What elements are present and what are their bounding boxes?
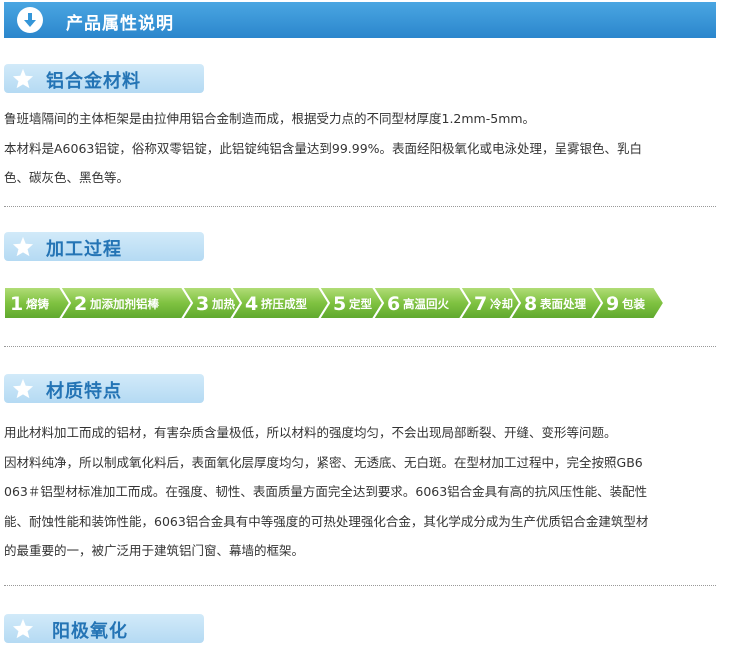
step-number: 2 [74, 293, 87, 315]
process-step-2: 2 加添加剂铝棒 [58, 287, 194, 319]
step-number: 8 [524, 293, 537, 315]
process-step-5: 5 定型 [317, 287, 385, 319]
step-number: 4 [245, 293, 258, 315]
text-line: 的最重要的一，被广泛用于建筑铝门窗、幕墙的框架。 [4, 543, 305, 558]
step-number: 7 [474, 293, 487, 315]
text-line: 用此材料加工而成的铝材，有害杂质含量极低，所以材料的强度均匀，不会出现局部断裂、… [4, 425, 617, 440]
quality-text: 用此材料加工而成的铝材，有害杂质含量极低，所以材料的强度均匀，不会出现局部断裂、… [4, 418, 720, 566]
step-label: 冷却 [490, 297, 513, 311]
text-line: 色、碳灰色、黑色等。 [4, 170, 130, 185]
section-title: 阳极氧化 [52, 621, 128, 642]
text-line: 本材料是A6063铝锭，俗称双零铝锭，此铝锭纯铝含量达到99.99%。表面经阳极… [4, 140, 643, 156]
step-label: 表面处理 [539, 297, 586, 311]
process-step-7: 7 冷却 [458, 287, 522, 319]
process-step-6: 6 高温回火 [371, 287, 472, 319]
star-icon [12, 378, 34, 399]
text-line: 鲁班墙隔间的主体柜架是由拉伸用铝合金制造而成，根据受力点的不同型材厚度1.2mm… [4, 111, 536, 126]
section-header-process: 加工过程 [4, 232, 204, 261]
section-header-anodize: 阳极氧化 [4, 614, 204, 643]
section-title: 加工过程 [46, 239, 122, 260]
step-number: 6 [387, 293, 400, 315]
process-flow: 1 熔铸 2 加添加剂铝棒 3 加热 4 挤压成型 5 定型 6 高温回火 7 冷却 8 表面处理 9 包装 [4, 287, 666, 319]
arrow-down-icon [24, 13, 36, 27]
step-label: 高温回火 [403, 297, 449, 311]
step-number: 9 [606, 293, 619, 315]
step-number: 3 [196, 293, 209, 315]
star-icon [12, 68, 34, 89]
text-line: 063＃铝型材标准加工而成。在强度、韧性、表面质量方面完全达到要求。6063铝合… [4, 484, 648, 499]
process-step-3: 3 加热 [180, 287, 243, 319]
step-label: 熔铸 [26, 297, 49, 311]
process-step-8: 8 表面处理 [508, 287, 604, 319]
section-header-material: 铝合金材料 [4, 64, 204, 93]
text-line: 因材料纯净，所以制成氧化料后，表面氧化层厚度均匀，紧密、无透底、无白斑。在型材加… [4, 454, 643, 470]
process-step-9: 9 包装 [590, 287, 666, 319]
section-title: 材质特点 [46, 381, 122, 402]
step-number: 1 [10, 293, 23, 315]
step-label: 包装 [621, 297, 645, 311]
dotted-divider [4, 346, 716, 347]
step-number: 5 [333, 293, 346, 315]
star-icon [12, 618, 34, 639]
process-step-1: 1 熔铸 [4, 287, 72, 319]
material-text: 鲁班墙隔间的主体柜架是由拉伸用铝合金制造而成，根据受力点的不同型材厚度1.2mm… [4, 104, 720, 193]
top-banner: 产品属性说明 [4, 2, 716, 38]
process-step-4: 4 挤压成型 [229, 287, 331, 319]
circle-badge [17, 7, 43, 33]
dotted-divider [4, 206, 716, 207]
step-label: 加添加剂铝棒 [89, 297, 159, 311]
section-header-quality: 材质特点 [4, 374, 204, 403]
page-title: 产品属性说明 [66, 14, 174, 34]
step-label: 挤压成型 [261, 297, 307, 311]
step-label: 定型 [349, 297, 372, 311]
section-title: 铝合金材料 [46, 71, 141, 92]
star-icon [12, 236, 34, 257]
text-line: 能、耐蚀性能和装饰性能，6063铝合金具有中等强度的可热处理强化合金，其化学成分… [4, 513, 649, 529]
dotted-divider [4, 585, 716, 586]
step-label: 加热 [211, 297, 235, 311]
